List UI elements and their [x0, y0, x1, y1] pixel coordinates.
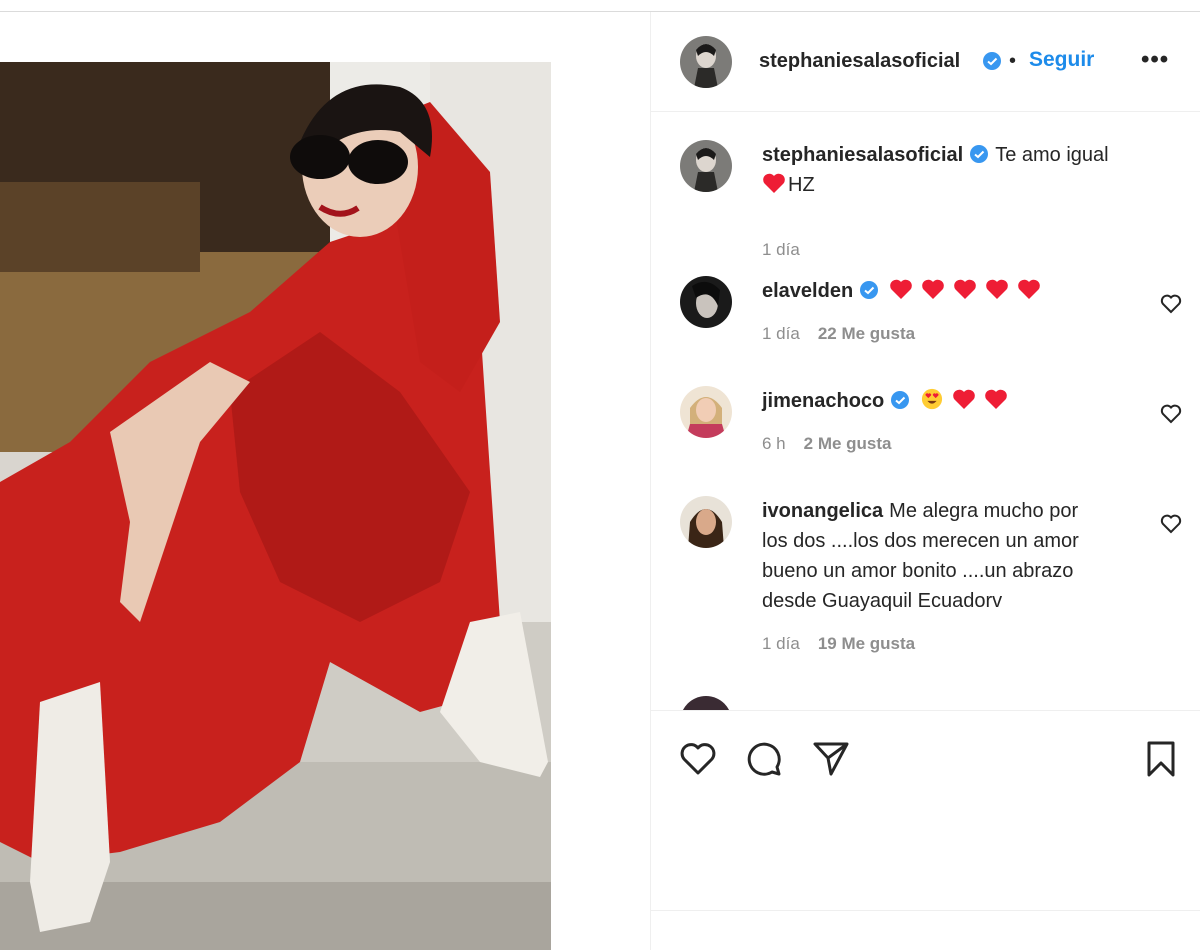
- caption-body: stephaniesalasoficial Te amo igual HZ: [762, 140, 1142, 200]
- post-header: stephaniesalasoficial • Seguir •••: [651, 12, 1200, 112]
- top-bar: [0, 0, 1200, 12]
- comment-text: bueno un amor bonito ....un abrazo: [762, 560, 1074, 582]
- commenter-username[interactable]: jimenachoco: [762, 390, 884, 412]
- post-actions: [651, 710, 1200, 910]
- comment-meta: 1 día 19 Me gusta: [762, 634, 915, 654]
- like-comment-icon[interactable]: [1159, 512, 1183, 536]
- more-options-icon[interactable]: •••: [1141, 46, 1169, 74]
- red-heart-icon: [763, 173, 785, 193]
- commenter-username[interactable]: ivonangelica: [762, 500, 883, 522]
- save-icon[interactable]: [1141, 739, 1181, 779]
- red-heart-icon: [1018, 279, 1040, 299]
- author-username[interactable]: stephaniesalasoficial: [759, 50, 960, 73]
- like-comment-icon[interactable]: [1159, 402, 1183, 426]
- share-icon[interactable]: [811, 739, 851, 779]
- comment-likes[interactable]: 2 Me gusta: [804, 434, 892, 453]
- heart-eyes-emoji-icon: [922, 388, 943, 410]
- like-comment-icon[interactable]: [1159, 292, 1183, 316]
- comment-text: desde Guayaquil Ecuadorv: [762, 590, 1003, 612]
- verified-badge-icon: [891, 391, 910, 409]
- red-heart-icon: [922, 279, 944, 299]
- follow-button[interactable]: Seguir: [1029, 48, 1094, 72]
- author-avatar[interactable]: [680, 36, 732, 88]
- comment-body: elavelden: [762, 276, 1142, 306]
- caption-time: 1 día: [762, 240, 800, 259]
- author-avatar[interactable]: [680, 140, 732, 192]
- commenter-avatar[interactable]: [680, 496, 732, 548]
- red-heart-icon: [890, 279, 912, 299]
- verified-badge-icon: [860, 281, 879, 299]
- comment-text: Me alegra mucho por: [889, 500, 1079, 522]
- comment-meta: 6 h 2 Me gusta: [762, 434, 892, 454]
- red-heart-icon: [986, 279, 1008, 299]
- comment-time: 1 día: [762, 324, 800, 343]
- verified-badge-icon: [983, 52, 1001, 70]
- comment-body: ivonangelica Me alegra mucho por los dos …: [762, 496, 1142, 616]
- comment-icon[interactable]: [744, 739, 784, 779]
- comment-meta: 1 día 22 Me gusta: [762, 324, 915, 344]
- commenter-avatar[interactable]: [680, 386, 732, 438]
- commenter-avatar[interactable]: [680, 696, 732, 710]
- commenter-avatar[interactable]: [680, 276, 732, 328]
- separator-dot: •: [1009, 50, 1017, 72]
- caption-signature: HZ: [788, 174, 815, 196]
- comment-body: jimenachoco: [762, 386, 1142, 416]
- comment-likes[interactable]: 22 Me gusta: [818, 324, 915, 343]
- divider: [651, 910, 1200, 911]
- red-heart-icon: [954, 279, 976, 299]
- comments-list[interactable]: stephaniesalasoficial Te amo igual HZ 1 d…: [651, 113, 1200, 710]
- comment-time: 6 h: [762, 434, 786, 453]
- comment-likes[interactable]: 19 Me gusta: [818, 634, 915, 653]
- post-image: [0, 62, 551, 950]
- commenter-username[interactable]: elavelden: [762, 280, 853, 302]
- caption-username[interactable]: stephaniesalasoficial: [762, 144, 963, 166]
- red-heart-icon: [985, 389, 1008, 409]
- post-photo[interactable]: [0, 62, 551, 950]
- caption-meta: 1 día: [762, 240, 800, 260]
- like-icon[interactable]: [678, 739, 718, 779]
- caption-text: Te amo igual: [995, 144, 1109, 166]
- comment-time: 1 día: [762, 634, 800, 653]
- comment-text: los dos ....los dos merecen un amor: [762, 530, 1079, 552]
- red-heart-icon: [953, 389, 976, 409]
- verified-badge-icon: [970, 145, 989, 163]
